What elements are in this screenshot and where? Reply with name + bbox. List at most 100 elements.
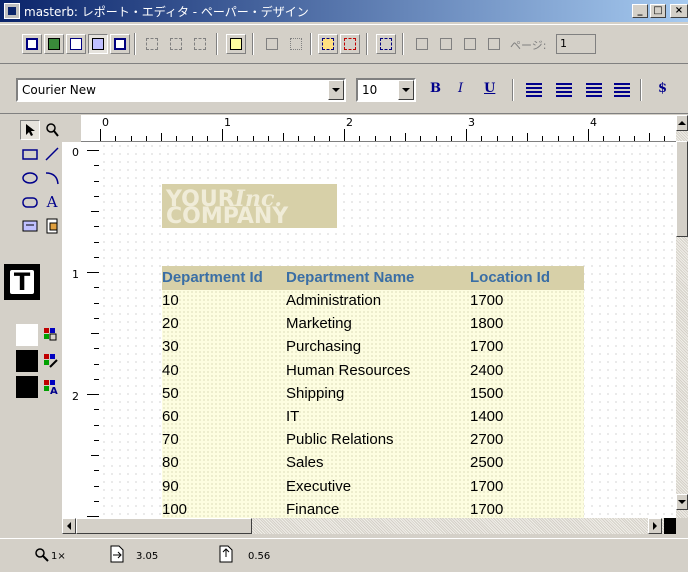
line-color-swatch[interactable] xyxy=(16,350,38,372)
table-row[interactable]: 80 Sales 2500 xyxy=(162,452,584,475)
cell-location-id[interactable]: 1700 xyxy=(470,292,503,309)
cell-department-name[interactable]: Administration xyxy=(286,292,381,309)
table-row[interactable]: 10 Administration 1700 xyxy=(162,290,584,313)
cell-location-id[interactable]: 1500 xyxy=(470,385,503,402)
cell-location-id[interactable]: 1800 xyxy=(470,315,503,332)
align-right-icon[interactable] xyxy=(586,83,602,97)
header-department-id[interactable]: Department Id xyxy=(162,269,263,286)
horizontal-scrollbar[interactable] xyxy=(62,518,676,534)
fill-color-swatch[interactable] xyxy=(16,324,38,346)
text-format-icon[interactable]: T xyxy=(4,264,40,300)
header-department-name[interactable]: Department Name xyxy=(286,269,414,286)
cell-department-name[interactable]: Sales xyxy=(286,454,324,471)
bold-button[interactable]: B xyxy=(430,81,441,96)
cell-department-id[interactable]: 10 xyxy=(162,292,179,309)
scroll-down-button[interactable] xyxy=(676,494,688,510)
text-tool-icon[interactable]: A xyxy=(42,192,62,212)
report-table[interactable]: Department Id Department Name Location I… xyxy=(162,266,584,518)
table-row[interactable]: 20 Marketing 1800 xyxy=(162,313,584,336)
cell-department-id[interactable]: 70 xyxy=(162,431,179,448)
cell-location-id[interactable]: 2500 xyxy=(470,454,503,471)
rounded-rectangle-tool-icon[interactable] xyxy=(20,192,40,212)
table-row[interactable]: 30 Purchasing 1700 xyxy=(162,336,584,359)
flex-mode-button[interactable] xyxy=(340,34,360,54)
arc-tool-icon[interactable] xyxy=(42,168,62,188)
cell-department-id[interactable]: 90 xyxy=(162,478,179,495)
cell-location-id[interactable]: 1400 xyxy=(470,408,503,425)
cell-location-id[interactable]: 1700 xyxy=(470,478,503,495)
chevron-down-icon[interactable] xyxy=(398,80,414,100)
align-left-icon[interactable] xyxy=(526,83,542,97)
header-location-id[interactable]: Location Id xyxy=(470,269,550,286)
table-row[interactable]: 50 Shipping 1500 xyxy=(162,383,584,406)
chevron-down-icon[interactable] xyxy=(328,80,344,100)
cell-department-id[interactable]: 30 xyxy=(162,338,179,355)
table-row[interactable]: 100 Finance 1700 xyxy=(162,499,584,518)
previous-page-button[interactable] xyxy=(436,34,456,54)
cell-department-name[interactable]: Public Relations xyxy=(286,431,394,448)
page-body-button[interactable] xyxy=(226,34,246,54)
ellipse-tool-icon[interactable] xyxy=(20,168,40,188)
select-parent-frame-button[interactable] xyxy=(376,34,396,54)
magnify-tool-icon[interactable] xyxy=(42,120,62,140)
rectangle-tool-icon[interactable] xyxy=(20,144,40,164)
align-left-disabled-button[interactable] xyxy=(142,34,162,54)
table-row[interactable]: 40 Human Resources 2400 xyxy=(162,360,584,383)
table-row[interactable]: 60 IT 1400 xyxy=(162,406,584,429)
frame-disabled-button[interactable] xyxy=(262,34,282,54)
cell-department-name[interactable]: IT xyxy=(286,408,299,425)
maximize-button[interactable]: □ xyxy=(650,4,666,18)
title-bar[interactable]: masterb: レポート・エディタ - ペーパー・デザイン _ □ × xyxy=(0,0,688,22)
cell-location-id[interactable]: 1700 xyxy=(470,338,503,355)
next-page-button[interactable] xyxy=(460,34,480,54)
parameter-form-view-button[interactable] xyxy=(110,34,130,54)
close-button[interactable]: × xyxy=(670,4,688,18)
currency-button[interactable]: $ xyxy=(658,81,667,96)
select-tool-icon[interactable] xyxy=(20,120,40,140)
cell-department-name[interactable]: Finance xyxy=(286,501,339,518)
app-icon[interactable] xyxy=(4,3,20,19)
scroll-left-button[interactable] xyxy=(62,518,76,534)
chart-tool-icon[interactable] xyxy=(42,216,62,236)
data-model-view-button[interactable] xyxy=(22,34,42,54)
cell-location-id[interactable]: 2400 xyxy=(470,362,503,379)
confine-mode-button[interactable] xyxy=(318,34,338,54)
italic-button[interactable]: I xyxy=(458,81,463,96)
vertical-scrollbar[interactable] xyxy=(676,115,688,518)
cell-department-name[interactable]: Marketing xyxy=(286,315,352,332)
cell-department-name[interactable]: Shipping xyxy=(286,385,344,402)
cell-department-id[interactable]: 40 xyxy=(162,362,179,379)
font-size-combo[interactable]: 10 xyxy=(356,78,416,102)
justify-icon[interactable] xyxy=(614,83,630,97)
page-number-field[interactable]: 1 xyxy=(556,34,596,54)
table-row[interactable]: 70 Public Relations 2700 xyxy=(162,429,584,452)
text-color-icon[interactable]: A xyxy=(44,380,60,397)
line-tool-icon[interactable] xyxy=(42,144,62,164)
cell-department-id[interactable]: 80 xyxy=(162,454,179,471)
cell-department-name[interactable]: Purchasing xyxy=(286,338,361,355)
cell-department-id[interactable]: 50 xyxy=(162,385,179,402)
cell-department-id[interactable]: 60 xyxy=(162,408,179,425)
align-center-icon[interactable] xyxy=(556,83,572,97)
first-page-button[interactable] xyxy=(412,34,432,54)
font-name-combo[interactable]: Courier New xyxy=(16,78,346,102)
fill-color-icon[interactable] xyxy=(44,328,58,345)
table-row[interactable]: 90 Executive 1700 xyxy=(162,476,584,499)
cell-department-id[interactable]: 20 xyxy=(162,315,179,332)
cell-department-name[interactable]: Executive xyxy=(286,478,351,495)
scroll-up-button[interactable] xyxy=(676,115,688,131)
web-source-view-button[interactable] xyxy=(44,34,64,54)
field-tool-icon[interactable] xyxy=(20,216,40,236)
minimize-button[interactable]: _ xyxy=(632,4,648,18)
align-right-disabled-button[interactable] xyxy=(190,34,210,54)
text-color-swatch[interactable] xyxy=(16,376,38,398)
cell-department-name[interactable]: Human Resources xyxy=(286,362,410,379)
company-logo[interactable]: YOURInc. COMPANY xyxy=(162,184,337,229)
align-center-disabled-button[interactable] xyxy=(166,34,186,54)
underline-button[interactable]: U xyxy=(484,81,495,96)
confine-disabled-button[interactable] xyxy=(286,34,306,54)
cell-location-id[interactable]: 1700 xyxy=(470,501,503,518)
vertical-scroll-thumb[interactable] xyxy=(676,141,688,237)
scroll-right-button[interactable] xyxy=(648,518,662,534)
paper-design-view-button[interactable] xyxy=(88,34,108,54)
